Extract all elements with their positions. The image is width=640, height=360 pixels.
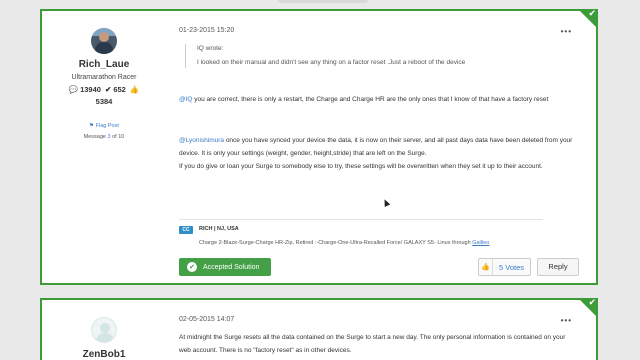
forum-post: ✔ Rich_Laue Ultramarathon Racer 💬 13940 ✔…: [40, 9, 598, 285]
post-date: 02-05-2015 14:07: [179, 316, 235, 323]
ellipsis-icon[interactable]: •••: [561, 316, 572, 325]
checkmark-icon: ✔: [588, 9, 596, 19]
thumbs-up-icon: 👍: [479, 259, 493, 275]
reply-paragraph: If you do give or loan your Surge to som…: [179, 163, 543, 170]
flag-post-link[interactable]: ⚑ Flag Post: [42, 123, 166, 129]
mention-link[interactable]: @IQ: [179, 96, 192, 103]
solution-corner: ✔: [578, 9, 598, 29]
mention-link[interactable]: @Lyonishimura: [179, 137, 224, 144]
author-panel: Rich_Laue Ultramarathon Racer 💬 13940 ✔ 65…: [42, 11, 166, 140]
solutions-count: 652: [113, 85, 126, 94]
accepted-solution-button[interactable]: ✔ Accepted Solution: [179, 258, 271, 276]
message-number: Message 3 of 10: [83, 134, 125, 140]
accepted-label: Accepted Solution: [203, 263, 260, 271]
author-stats: 💬 13940 ✔ 652 👍: [42, 85, 166, 94]
flag-icon: ⚑: [89, 123, 95, 129]
top-strip: [0, 0, 640, 6]
forum-post: ✔ ZenBob1 02-05-2015 14:07 ••• At midnig…: [40, 298, 598, 360]
author-name[interactable]: Rich_Laue: [42, 59, 166, 70]
ellipsis-icon[interactable]: •••: [561, 27, 572, 36]
solution-corner: ✔: [578, 298, 598, 318]
checkmark-icon: ✔: [187, 262, 197, 272]
checkmark-icon: ✔: [588, 298, 596, 308]
signature-divider: [179, 219, 543, 220]
reply-paragraph: At midnight the Surge resets all the dat…: [179, 334, 566, 354]
kudos-button[interactable]: 👍 5 Votes: [478, 258, 531, 276]
signature-text: Charge 2-Blaze-Surge-Charge HR-Zip, Reti…: [199, 240, 490, 246]
author-name[interactable]: ZenBob1: [42, 349, 166, 360]
quote-text: I looked on their manual and didn't see …: [197, 59, 466, 66]
quote-block: IQ wrote: I looked on their manual and d…: [185, 44, 535, 68]
posts-icon: 💬: [68, 85, 79, 94]
post-date: 01-23-2015 15:20: [179, 27, 235, 34]
kudos-count: 5384: [95, 97, 113, 106]
reply-paragraph: @Lyonishimura once you have synced your …: [179, 137, 573, 157]
reply-button[interactable]: Reply: [537, 258, 579, 276]
reply-paragraph: @IQ you are correct, there is only a res…: [179, 96, 549, 103]
rank-badge-icon: CC: [179, 226, 193, 234]
kudos-label: 5 Votes: [498, 262, 525, 272]
posts-count: 13940: [80, 85, 101, 94]
message-number-link[interactable]: 3: [108, 134, 111, 140]
solutions-icon: ✔: [105, 85, 112, 94]
avatar[interactable]: [91, 317, 117, 343]
author-panel: ZenBob1: [42, 300, 166, 360]
quote-header: IQ wrote:: [197, 45, 224, 52]
author-rank: Ultramarathon Racer: [71, 74, 137, 81]
kudos-icon: 👍: [129, 85, 140, 94]
signature-name: RICH | NJ, USA: [199, 226, 239, 232]
signature-link[interactable]: Galileo: [472, 240, 489, 246]
avatar[interactable]: [91, 28, 117, 54]
